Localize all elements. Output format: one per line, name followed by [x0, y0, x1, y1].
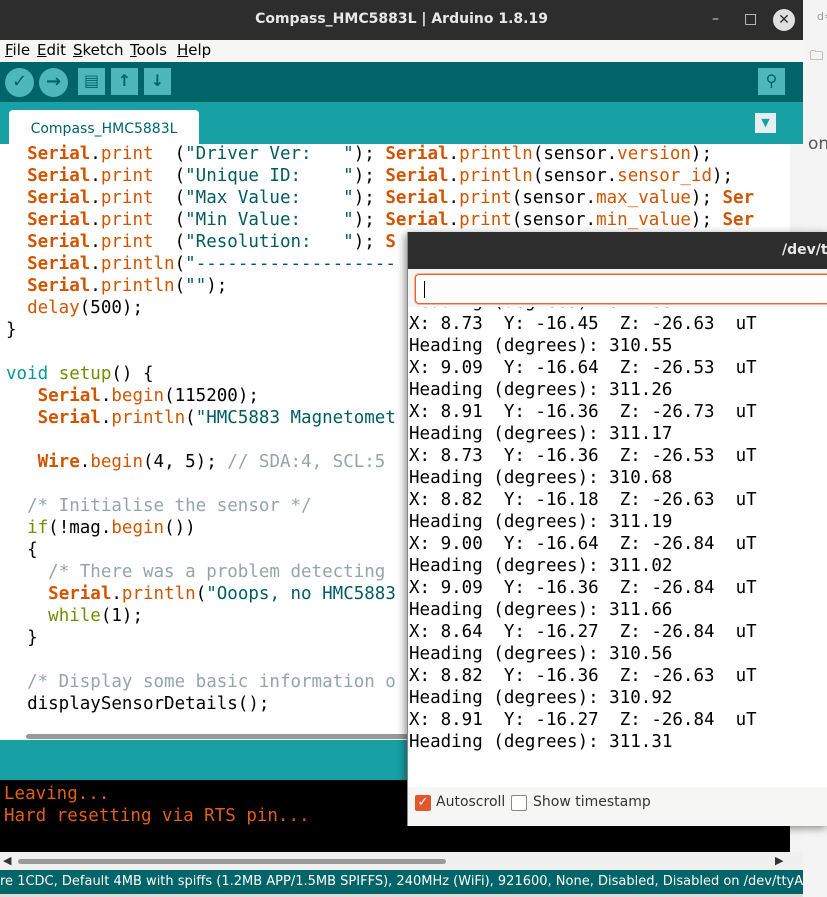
open-icon[interactable]: ↑ — [111, 68, 138, 95]
menu-bar: File Edit Sketch Tools Help — [0, 40, 803, 62]
code-line: Serial.println("Ooops, no HMC5883 — [48, 584, 396, 604]
serial-input-bar — [408, 269, 827, 307]
serial-output-line: Heading (degrees): 310.55 — [409, 336, 673, 356]
code-line: Serial.println(""); — [27, 276, 228, 296]
autoscroll-label[interactable]: Autoscroll — [436, 794, 505, 810]
code-line: Serial.print ("Min Value: "); Serial.pri… — [27, 210, 755, 230]
serial-monitor-title-bar: /dev/tt — [408, 232, 827, 269]
title-bar: Compass_HMC5883L | Arduino 1.8.19 – □ ✕ — [0, 0, 803, 40]
serial-output-line: Heading (degrees): 311.02 — [409, 556, 673, 576]
background-text: on. — [808, 134, 827, 154]
code-line: Serial.print ("Max Value: "); Serial.pri… — [27, 188, 755, 208]
serial-output-line: X: 8.73 Y: -16.45 Z: -26.63 uT — [409, 314, 757, 334]
console-line: Hard resetting via RTS pin... — [4, 806, 310, 826]
code-line: Serial.println("------------------- — [27, 254, 396, 274]
serial-output-line: X: 9.00 Y: -16.64 Z: -26.84 uT — [409, 534, 757, 554]
serial-output-line: X: 9.09 Y: -16.36 Z: -26.84 uT — [409, 578, 757, 598]
scrollbar-thumb[interactable] — [26, 734, 410, 739]
serial-monitor-icon[interactable]: ⚲ — [758, 68, 785, 95]
console-line: Leaving... — [4, 784, 110, 804]
serial-output-line: Heading (degrees): 311.31 — [409, 732, 673, 752]
code-line: Serial.println("HMC5883 Magnetomet — [37, 408, 396, 428]
serial-output-line: Heading (degrees): 311.66 — [409, 600, 673, 620]
serial-monitor-window: /dev/tt Heading (degrees): 311.00X: 8.73… — [407, 232, 827, 826]
serial-monitor-title: /dev/tt — [782, 242, 827, 258]
menu-help[interactable]: Help — [177, 41, 211, 59]
tab-menu-button[interactable]: ▼ — [755, 113, 776, 133]
menu-edit[interactable]: Edit — [37, 41, 66, 59]
console-horizontal-scrollbar[interactable]: ◀ ▶ — [0, 852, 803, 870]
minimize-button[interactable]: – — [712, 11, 719, 27]
show-timestamp-checkbox[interactable] — [511, 795, 527, 811]
code-line: displaySensorDetails(); — [6, 694, 270, 714]
serial-output-line: Heading (degrees): 311.17 — [409, 424, 673, 444]
code-line: /* There was a problem detecting — [48, 562, 386, 582]
serial-output-line: Heading (degrees): 310.68 — [409, 468, 673, 488]
code-line: /* Initialise the sensor */ — [27, 496, 312, 516]
window-title: Compass_HMC5883L | Arduino 1.8.19 — [255, 11, 548, 27]
code-line: if(!mag.begin()) — [27, 518, 196, 538]
show-timestamp-label[interactable]: Show timestamp — [533, 794, 651, 810]
code-line: while(1); — [48, 606, 143, 626]
serial-output-line: Heading (degrees): 310.56 — [409, 644, 673, 664]
serial-output-line: Heading (degrees): 311.26 — [409, 380, 673, 400]
tab-compass-hmc5883l[interactable]: Compass_HMC5883L — [9, 110, 199, 144]
close-button[interactable]: ✕ — [773, 9, 795, 31]
code-line: Serial.begin(115200); — [37, 386, 259, 406]
new-file-icon[interactable]: ▤ — [78, 68, 105, 95]
verify-icon[interactable]: ✓ — [5, 68, 34, 97]
menu-sketch[interactable]: Sketch — [73, 41, 124, 59]
serial-output-line: X: 8.82 Y: -16.18 Z: -26.63 uT — [409, 490, 757, 510]
tab-bar: Compass_HMC5883L ▼ — [0, 102, 803, 144]
serial-output-line: X: 8.91 Y: -16.36 Z: -26.73 uT — [409, 402, 757, 422]
code-line: Wire.begin(4, 5); // SDA:4, SCL:5 — [37, 452, 386, 472]
background-text: d=S — [817, 10, 827, 23]
code-line: /* Display some basic information o — [27, 672, 396, 692]
serial-output-line: X: 8.82 Y: -16.36 Z: -26.63 uT — [409, 666, 757, 686]
menu-tools[interactable]: Tools — [130, 41, 167, 59]
serial-output-line: X: 8.91 Y: -16.27 Z: -26.84 uT — [409, 710, 757, 730]
serial-output-line: X: 9.09 Y: -16.64 Z: -26.53 uT — [409, 358, 757, 378]
serial-input-field[interactable] — [415, 274, 827, 304]
code-line: } — [6, 320, 17, 340]
code-line: Serial.print ("Unique ID: "); Serial.pri… — [27, 166, 734, 186]
code-line: void setup() { — [6, 364, 154, 384]
menu-file[interactable]: File — [5, 41, 30, 59]
save-icon[interactable]: ↓ — [144, 68, 171, 95]
autoscroll-checkbox[interactable]: ✓ — [415, 795, 431, 811]
toolbar: ✓ → ▤ ↑ ↓ ⚲ — [0, 62, 803, 102]
scrollbar-thumb[interactable] — [18, 859, 446, 864]
code-line: Serial.print ("Driver Ver: "); Serial.pr… — [27, 144, 712, 164]
scroll-right-icon[interactable]: ▶ — [775, 854, 783, 867]
maximize-button[interactable]: □ — [744, 11, 757, 27]
serial-output-line: Heading (degrees): 311.19 — [409, 512, 673, 532]
board-info-footer: re 1CDC, Default 4MB with spiffs (1.2MB … — [0, 870, 803, 894]
serial-output-line: X: 8.64 Y: -16.27 Z: -26.84 uT — [409, 622, 757, 642]
upload-icon[interactable]: → — [39, 68, 68, 97]
serial-output-line: Heading (degrees): 310.92 — [409, 688, 673, 708]
code-line: Serial.print ("Resolution: "); S — [27, 232, 396, 252]
serial-output: Heading (degrees): 311.00X: 8.73 Y: -16.… — [408, 307, 827, 787]
serial-output-line: X: 8.73 Y: -16.36 Z: -26.53 uT — [409, 446, 757, 466]
code-line: { — [6, 540, 38, 560]
code-line: delay(500); — [27, 298, 143, 318]
text-caret — [424, 281, 425, 298]
code-line: } — [6, 628, 38, 648]
scroll-left-icon[interactable]: ◀ — [3, 854, 11, 867]
folder-icon: 🗀 — [810, 49, 824, 64]
